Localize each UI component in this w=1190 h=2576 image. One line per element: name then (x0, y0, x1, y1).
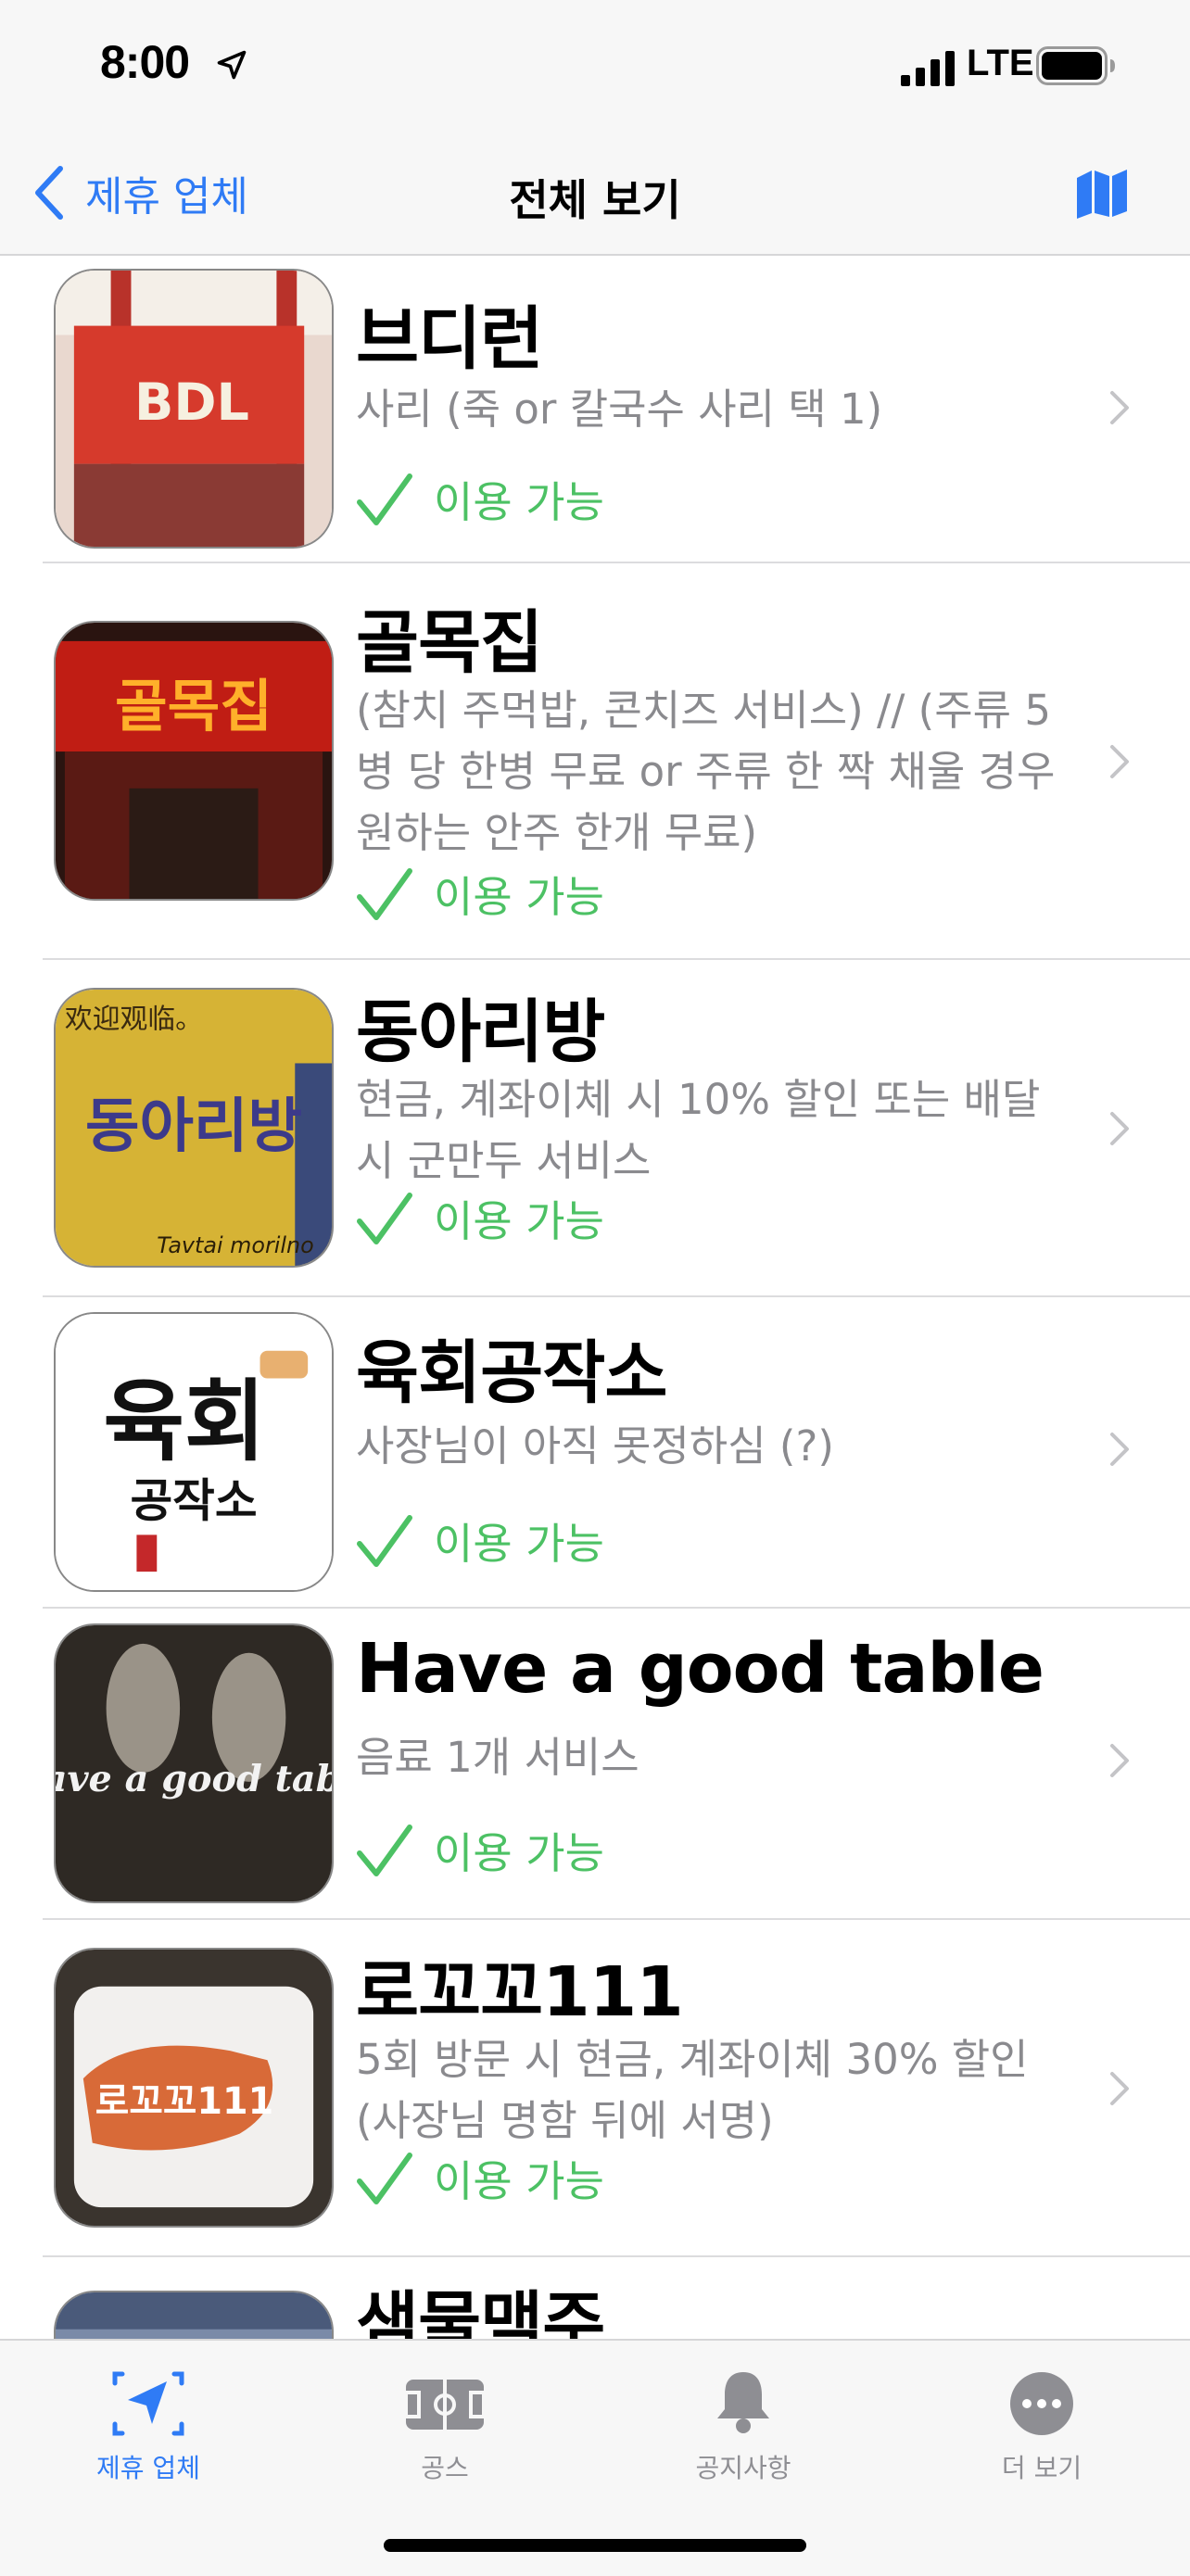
availability-status: 이용 가능 (356, 2148, 604, 2209)
status-label: 이용 가능 (434, 2156, 604, 2206)
checkmark-icon (357, 1825, 412, 1876)
thumb-text: 골목집 (115, 673, 272, 739)
store-benefit: 음료 1개 서비스 (356, 1733, 639, 1782)
chevron-right-icon (1110, 1112, 1129, 1145)
network-type: LTE (967, 43, 1034, 83)
store-thumbnail: BDL (54, 269, 334, 549)
store-name: 동아리방 (356, 992, 605, 1072)
status-label: 이용 가능 (434, 1196, 604, 1246)
availability-status: 이용 가능 (356, 1510, 604, 1572)
store-thumbnail: 골목집 (54, 621, 334, 901)
status-time: 8:00 (100, 36, 190, 88)
thumb-text: BDL (134, 373, 249, 433)
store-name: 골목집 (356, 603, 543, 683)
chevron-right-icon (1110, 745, 1129, 778)
chevron-right-icon (1110, 1744, 1129, 1777)
store-thumbnail: 로꼬꼬111 (54, 1948, 334, 2228)
tab-label: 더 보기 (1001, 2453, 1082, 2483)
tab-more[interactable]: 더 보기 (949, 2367, 1134, 2485)
checkmark-icon (357, 1193, 412, 1244)
store-thumbnail: 欢迎观临。 동아리방 Tavtai morilno (54, 988, 334, 1268)
list-item[interactable]: 欢迎观临。 동아리방 Tavtai morilno 동아리방 현금, 계좌이체 … (0, 960, 1190, 1297)
ellipsis-circle-icon (1010, 2372, 1073, 2435)
tab-label: 공스 (421, 2453, 469, 2483)
store-benefit: 사리 (죽 or 칼국수 사리 택 1) (356, 385, 883, 434)
thumb-text: 로꼬꼬111 (95, 2080, 274, 2123)
status-label: 이용 가능 (434, 477, 604, 527)
map-icon[interactable] (1075, 167, 1129, 221)
store-list[interactable]: BDL 브디런 사리 (죽 or 칼국수 사리 택 1) 이용 가능 골목집 골… (0, 256, 1190, 2339)
tab-label: 제휴 업체 (96, 2453, 200, 2483)
tab-partners[interactable]: 제휴 업체 (56, 2367, 241, 2485)
checkmark-icon (357, 474, 412, 525)
list-item[interactable]: Have a good table Have a good table 음료 1… (0, 1609, 1190, 1920)
checkmark-icon (357, 1515, 412, 1567)
location-services-icon (217, 50, 247, 80)
list-item[interactable]: 골목집 골목집 (참치 주먹밥, 콘치즈 서비스) // (주류 5병 당 한병… (0, 563, 1190, 960)
tab-label: 공지사항 (695, 2453, 791, 2483)
chevron-right-icon (1110, 2072, 1129, 2105)
list-item[interactable]: 육회 공작소 육회공작소 사장님이 아직 못정하심 (?) 이용 가능 (0, 1297, 1190, 1609)
store-benefit: (참치 주먹밥, 콘치즈 서비스) // (주류 5병 당 한병 무료 or 주… (356, 686, 1069, 857)
chevron-right-icon (1110, 1433, 1129, 1466)
thumb-text-tertiary: Tavtai morilno (157, 1232, 313, 1258)
list-item[interactable]: 샘물맥주 (0, 2257, 1190, 2339)
thumb-text: 육회 (103, 1370, 265, 1473)
soccer-field-icon (404, 2380, 486, 2430)
thumb-text: Have a good table (56, 1758, 332, 1800)
tab-notices[interactable]: 공지사항 (651, 2367, 836, 2485)
list-item[interactable]: 로꼬꼬111 로꼬꼬111 5회 방문 시 현금, 계좌이체 30% 할인 (사… (0, 1920, 1190, 2257)
status-label: 이용 가능 (434, 1519, 604, 1569)
chevron-right-icon (1110, 391, 1129, 424)
store-benefit: 5회 방문 시 현금, 계좌이체 30% 할인 (사장님 명함 뒤에 서명) (356, 2035, 1042, 2145)
location-arrow-icon (112, 2371, 184, 2436)
store-name: Have a good table (356, 1629, 1044, 1709)
thumb-text-secondary: 공작소 (130, 1473, 257, 1528)
status-label: 이용 가능 (434, 872, 604, 922)
store-name: 브디런 (356, 299, 543, 379)
page-title: 전체 보기 (509, 175, 681, 225)
checkmark-icon (357, 868, 412, 920)
store-benefit: 현금, 계좌이체 시 10% 할인 또는 배달 시 군만두 서비스 (356, 1075, 1054, 1185)
store-name: 샘물맥주 (356, 2284, 605, 2339)
availability-status: 이용 가능 (356, 864, 604, 925)
store-name: 육회공작소 (356, 1333, 667, 1413)
bell-icon (717, 2372, 769, 2433)
status-label: 이용 가능 (434, 1828, 604, 1878)
store-thumbnail (54, 2291, 334, 2339)
cellular-signal-icon (901, 51, 955, 86)
availability-status: 이용 가능 (356, 1188, 604, 1249)
navigation-bar: 제휴 업체 전체 보기 (0, 130, 1190, 256)
store-thumbnail: Have a good table (54, 1623, 334, 1903)
availability-status: 이용 가능 (356, 469, 604, 530)
store-thumbnail: 육회 공작소 (54, 1312, 334, 1592)
thumb-text: 동아리방 (85, 1092, 302, 1160)
tab-gongseu[interactable]: 공스 (352, 2367, 538, 2485)
thumb-text-secondary: 欢迎观临。 (65, 1004, 203, 1036)
checkmark-icon (357, 2153, 412, 2204)
home-indicator[interactable] (384, 2539, 806, 2552)
list-item[interactable]: BDL 브디런 사리 (죽 or 칼국수 사리 택 1) 이용 가능 (0, 256, 1190, 563)
battery-icon (1036, 46, 1115, 85)
store-benefit: 사장님이 아직 못정하심 (?) (356, 1421, 834, 1471)
status-bar: 8:00 LTE (0, 0, 1190, 130)
availability-status: 이용 가능 (356, 1820, 604, 1881)
store-name: 로꼬꼬111 (356, 1952, 684, 2032)
